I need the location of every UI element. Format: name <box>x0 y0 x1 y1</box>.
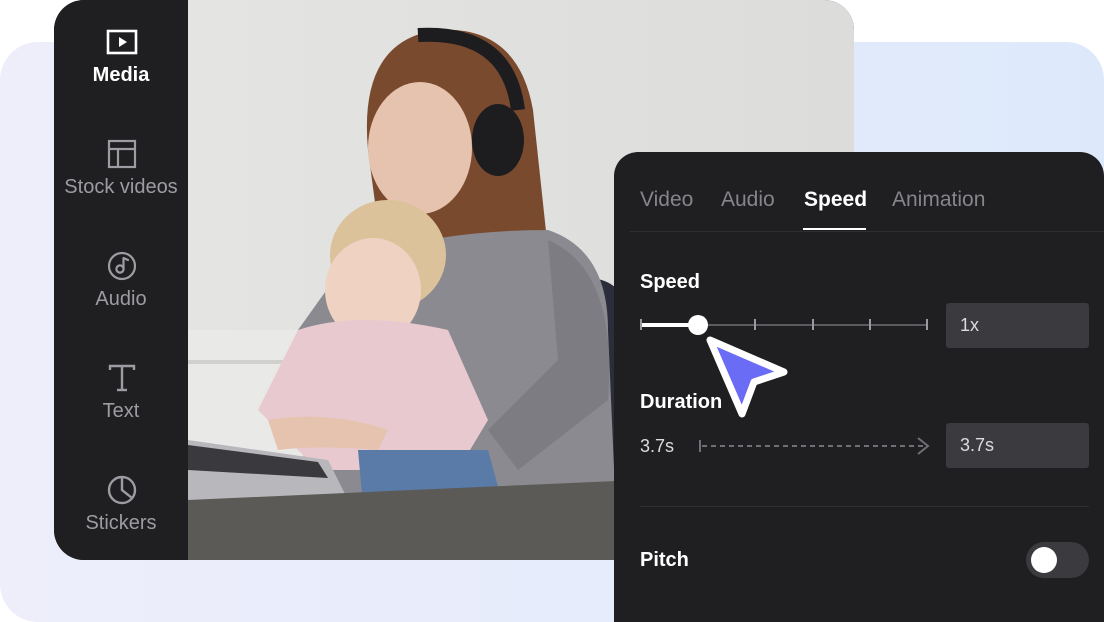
duration-original: 3.7s <box>640 436 675 456</box>
sidebar-item-label: Audio <box>95 288 147 310</box>
music-note-icon <box>107 251 137 281</box>
slider-tick <box>754 319 757 330</box>
sidebar-item-label: Stock videos <box>64 176 178 198</box>
slider-tick <box>811 319 814 330</box>
slider-tick <box>868 319 871 330</box>
sidebar-item-media[interactable]: Media <box>54 26 188 116</box>
tab-speed[interactable]: Speed <box>804 188 867 212</box>
slider-tick <box>640 319 642 330</box>
panel-tabs: Video Audio Speed Animation <box>614 152 1104 232</box>
text-icon <box>108 364 136 392</box>
duration-value-field[interactable]: 3.7s <box>946 423 1089 468</box>
tab-video[interactable]: Video <box>640 188 693 212</box>
properties-panel: Video Audio Speed Animation Speed 1x Dur… <box>614 152 1104 622</box>
play-icon <box>106 29 138 55</box>
tab-animation[interactable]: Animation <box>892 188 985 212</box>
sidebar-item-label: Stickers <box>85 512 157 534</box>
section-divider <box>640 506 1089 507</box>
active-tab-indicator <box>803 228 866 230</box>
speed-value-field[interactable]: 1x <box>946 303 1089 348</box>
sidebar: Media Stock videos Audio Text Stickers <box>54 0 188 560</box>
cursor-pointer-icon <box>706 336 788 418</box>
sticker-icon <box>107 475 137 505</box>
pitch-title: Pitch <box>640 549 689 571</box>
sidebar-item-label: Media <box>92 64 150 86</box>
pitch-toggle-knob <box>1031 547 1057 573</box>
sidebar-item-audio[interactable]: Audio <box>54 250 188 340</box>
layout-icon <box>107 139 137 169</box>
sidebar-item-stickers[interactable]: Stickers <box>54 474 188 560</box>
pitch-toggle[interactable] <box>1026 542 1089 578</box>
tab-audio[interactable]: Audio <box>721 188 775 212</box>
speed-title: Speed <box>640 271 701 293</box>
sidebar-item-text[interactable]: Text <box>54 362 188 452</box>
arrow-right-icon <box>699 437 930 455</box>
slider-tick <box>926 319 928 330</box>
sidebar-item-label: Text <box>102 400 140 422</box>
tabs-divider <box>630 231 1104 232</box>
sidebar-item-stock-videos[interactable]: Stock videos <box>54 138 188 228</box>
